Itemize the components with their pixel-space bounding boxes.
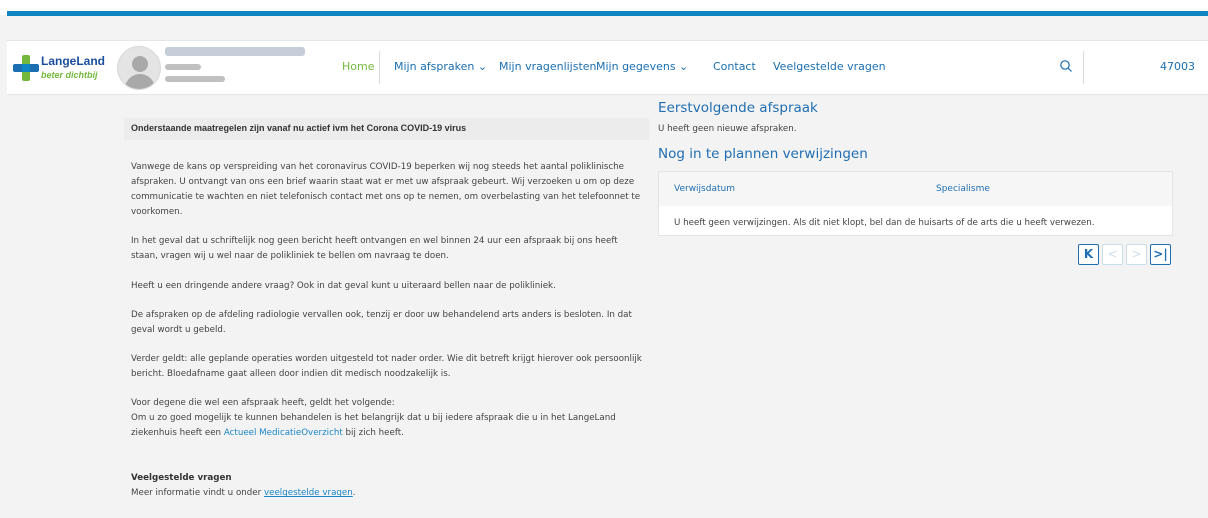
- column-verwijsdatum[interactable]: Verwijsdatum: [674, 184, 735, 194]
- top-accent-bar: [0, 0, 1208, 16]
- faq-text: Meer informatie vindt u onder: [131, 488, 264, 499]
- nav-contact[interactable]: Contact: [713, 60, 756, 73]
- medicatie-overzicht-link[interactable]: Actueel MedicatieOverzicht: [224, 428, 343, 438]
- user-number[interactable]: 47003: [1160, 60, 1195, 73]
- notice-paragraph: De afspraken op de afdeling radiologie v…: [131, 309, 632, 335]
- appointments-empty: U heeft geen nieuwe afspraken.: [658, 124, 797, 134]
- next-page-button[interactable]: >: [1126, 244, 1147, 265]
- next-page-icon: >: [1131, 247, 1142, 261]
- faq-text: .: [352, 488, 356, 499]
- nav-divider: [1083, 51, 1084, 84]
- avatar-body-icon: [125, 74, 155, 89]
- avatar[interactable]: [117, 46, 161, 90]
- blurred-line: [165, 64, 201, 70]
- brand-name: LangeLand: [41, 54, 106, 68]
- nav-divider: [379, 51, 380, 84]
- nav-mijn-gegevens[interactable]: Mijn gegevens ⌄: [596, 60, 688, 73]
- brand-tagline: beter dichtbij: [41, 70, 98, 80]
- notice-text: bij zich heeft.: [342, 428, 404, 439]
- corona-notice: Onderstaande maatregelen zijn vanaf nu a…: [124, 118, 649, 502]
- notice-paragraph: Vanwege de kans op verspreiding van het …: [131, 162, 641, 218]
- first-page-icon: K: [1083, 247, 1094, 261]
- table-header: Verwijsdatum Specialisme: [659, 172, 1172, 206]
- notice-text: Voor degene die wel een afspraak heeft, …: [131, 398, 395, 409]
- langeland-logo[interactable]: LangeLand beter dichtbij: [9, 51, 124, 87]
- notice-title: Onderstaande maatregelen zijn vanaf nu a…: [124, 118, 649, 140]
- referrals-empty: U heeft geen verwijzingen. Als dit niet …: [674, 218, 1095, 228]
- blurred-user-info: [165, 47, 315, 89]
- nav-mijn-afspraken[interactable]: Mijn afspraken ⌄: [394, 60, 487, 73]
- nav-mijn-vragenlijsten[interactable]: Mijn vragenlijsten: [499, 60, 597, 73]
- notice-paragraph: In het geval dat u schriftelijk nog geen…: [131, 236, 618, 262]
- notice-paragraph: Heeft u een dringende andere vraag? Ook …: [131, 280, 556, 291]
- faq-heading: Veelgestelde vragen: [131, 473, 232, 484]
- prev-page-button[interactable]: <: [1102, 244, 1123, 265]
- appointments-title: Eerstvolgende afspraak: [658, 100, 818, 116]
- referrals-title: Nog in te plannen verwijzingen: [658, 146, 868, 162]
- cross-logo-icon: [13, 55, 39, 81]
- blurred-name: [165, 47, 305, 56]
- faq-link[interactable]: veelgestelde vragen: [264, 488, 353, 498]
- accent-stripe: [7, 11, 1208, 16]
- search-icon[interactable]: [1059, 59, 1073, 73]
- avatar-head-icon: [132, 56, 148, 72]
- last-page-icon: >|: [1153, 247, 1168, 261]
- blurred-line: [165, 76, 225, 82]
- faq-paragraph: Meer informatie vindt u onder veelgestel…: [124, 486, 649, 501]
- site-header: LangeLand beter dichtbij Home Mijn afspr…: [7, 40, 1208, 95]
- first-page-button[interactable]: K: [1078, 244, 1099, 265]
- last-page-button[interactable]: >|: [1150, 244, 1171, 265]
- prev-page-icon: <: [1107, 247, 1118, 261]
- nav-veelgestelde-vragen[interactable]: Veelgestelde vragen: [773, 60, 886, 73]
- nav-home[interactable]: Home: [342, 60, 374, 73]
- notice-paragraph: Voor degene die wel een afspraak heeft, …: [124, 396, 649, 441]
- referrals-table: Verwijsdatum Specialisme U heeft geen ve…: [658, 171, 1173, 236]
- notice-paragraph: Verder geldt: alle geplande operaties wo…: [131, 353, 642, 379]
- column-specialisme[interactable]: Specialisme: [936, 184, 990, 194]
